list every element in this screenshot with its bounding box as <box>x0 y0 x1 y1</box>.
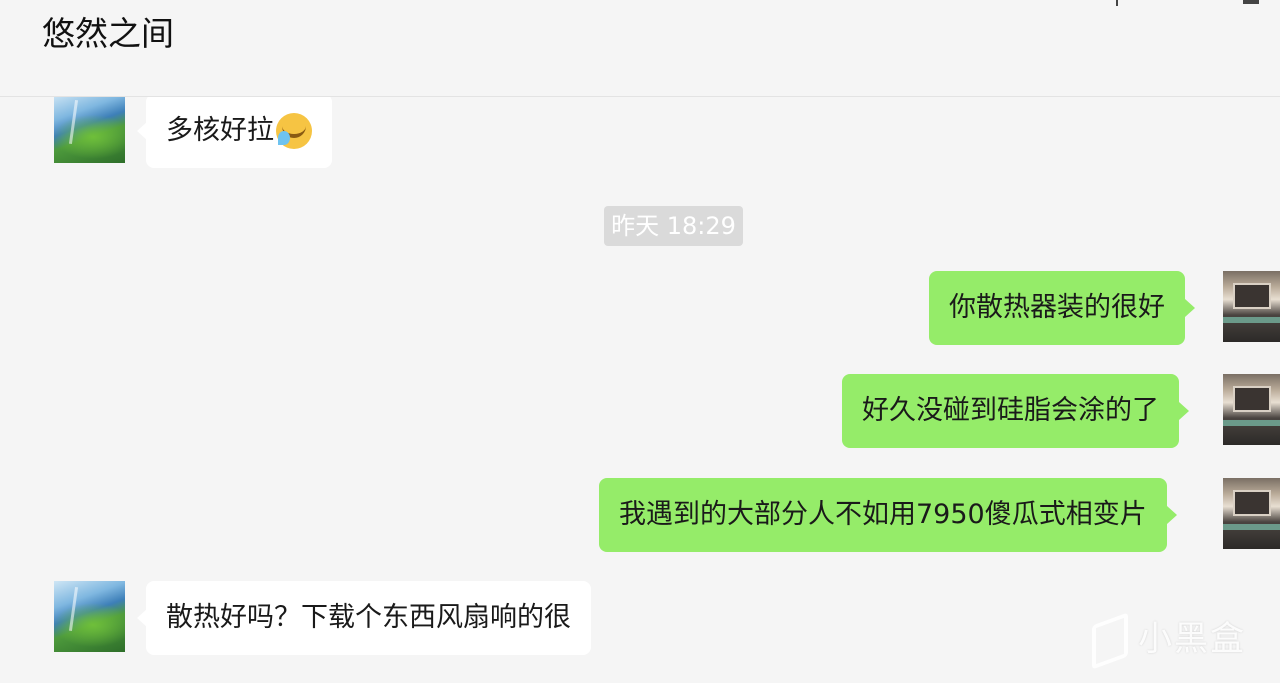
message-text: 散热好吗？下载个东西风扇响的很 <box>166 602 571 633</box>
message-list[interactable]: 多核好拉 昨天 18:29 你散热器装的很好 好久没碰到硅脂会涂的了 我遇到的大… <box>0 96 1280 683</box>
my-avatar[interactable] <box>1223 271 1280 342</box>
outgoing-message-bubble[interactable]: 你散热器装的很好 <box>929 271 1195 345</box>
chat-header: 悠然之间 <box>0 0 1280 97</box>
watermark-text: 小黑盒 <box>1138 619 1246 659</box>
friend-avatar[interactable] <box>54 581 125 652</box>
message-text: 多核好拉 <box>166 115 274 146</box>
incoming-message-bubble[interactable]: 散热好吗？下载个东西风扇响的很 <box>137 581 591 655</box>
incoming-message-bubble[interactable]: 多核好拉 <box>137 96 332 168</box>
xiaoheihe-logo-icon <box>1088 617 1128 661</box>
chat-title: 悠然之间 <box>42 14 174 53</box>
timestamp: 昨天 18:29 <box>604 206 743 246</box>
my-avatar[interactable] <box>1223 374 1280 445</box>
my-avatar[interactable] <box>1223 478 1280 549</box>
face-with-tears-icon <box>276 113 312 149</box>
window-control-icon[interactable] <box>1243 0 1259 4</box>
outgoing-message-bubble[interactable]: 我遇到的大部分人不如用7950傻瓜式相变片 <box>599 478 1177 552</box>
message-text: 我遇到的大部分人不如用7950傻瓜式相变片 <box>619 499 1147 530</box>
window-control-icon[interactable] <box>1116 0 1118 6</box>
message-text: 你散热器装的很好 <box>949 292 1165 323</box>
friend-avatar[interactable] <box>54 96 125 163</box>
outgoing-message-bubble[interactable]: 好久没碰到硅脂会涂的了 <box>842 374 1189 448</box>
message-text: 好久没碰到硅脂会涂的了 <box>862 395 1159 426</box>
watermark: 小黑盒 <box>1088 612 1248 666</box>
